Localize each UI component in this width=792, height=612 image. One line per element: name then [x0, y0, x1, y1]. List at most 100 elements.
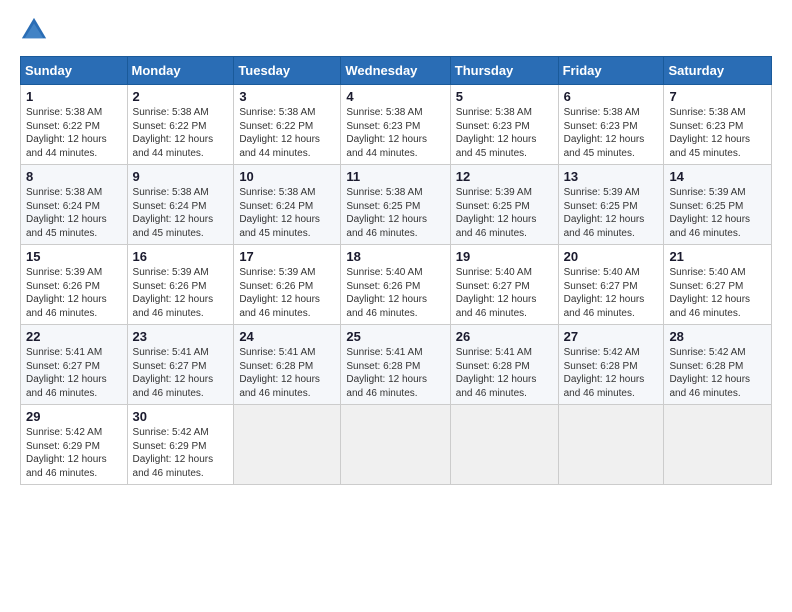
- day-number: 23: [133, 329, 229, 344]
- day-info: Sunrise: 5:40 AM Sunset: 6:27 PM Dayligh…: [669, 266, 766, 320]
- day-number: 25: [346, 329, 444, 344]
- calendar-cell: 30 Sunrise: 5:42 AM Sunset: 6:29 PM Dayl…: [127, 405, 234, 485]
- day-info: Sunrise: 5:38 AM Sunset: 6:24 PM Dayligh…: [239, 186, 335, 240]
- calendar-table: SundayMondayTuesdayWednesdayThursdayFrid…: [20, 56, 772, 485]
- day-info: Sunrise: 5:42 AM Sunset: 6:29 PM Dayligh…: [26, 426, 122, 480]
- calendar-cell: 16 Sunrise: 5:39 AM Sunset: 6:26 PM Dayl…: [127, 245, 234, 325]
- day-info: Sunrise: 5:40 AM Sunset: 6:26 PM Dayligh…: [346, 266, 444, 320]
- day-info: Sunrise: 5:38 AM Sunset: 6:22 PM Dayligh…: [26, 106, 122, 160]
- day-info: Sunrise: 5:41 AM Sunset: 6:28 PM Dayligh…: [346, 346, 444, 400]
- day-info: Sunrise: 5:41 AM Sunset: 6:27 PM Dayligh…: [26, 346, 122, 400]
- day-info: Sunrise: 5:38 AM Sunset: 6:23 PM Dayligh…: [669, 106, 766, 160]
- calendar-cell: 25 Sunrise: 5:41 AM Sunset: 6:28 PM Dayl…: [341, 325, 450, 405]
- calendar-cell: 1 Sunrise: 5:38 AM Sunset: 6:22 PM Dayli…: [21, 85, 128, 165]
- day-number: 22: [26, 329, 122, 344]
- day-info: Sunrise: 5:38 AM Sunset: 6:23 PM Dayligh…: [456, 106, 553, 160]
- calendar-cell: 7 Sunrise: 5:38 AM Sunset: 6:23 PM Dayli…: [664, 85, 772, 165]
- day-number: 14: [669, 169, 766, 184]
- calendar-cell: [558, 405, 664, 485]
- page-header: [20, 16, 772, 44]
- calendar-week-1: 8 Sunrise: 5:38 AM Sunset: 6:24 PM Dayli…: [21, 165, 772, 245]
- day-number: 30: [133, 409, 229, 424]
- calendar-cell: 9 Sunrise: 5:38 AM Sunset: 6:24 PM Dayli…: [127, 165, 234, 245]
- day-number: 28: [669, 329, 766, 344]
- calendar-week-3: 22 Sunrise: 5:41 AM Sunset: 6:27 PM Dayl…: [21, 325, 772, 405]
- calendar-cell: 8 Sunrise: 5:38 AM Sunset: 6:24 PM Dayli…: [21, 165, 128, 245]
- calendar-cell: 23 Sunrise: 5:41 AM Sunset: 6:27 PM Dayl…: [127, 325, 234, 405]
- calendar-cell: 17 Sunrise: 5:39 AM Sunset: 6:26 PM Dayl…: [234, 245, 341, 325]
- day-number: 6: [564, 89, 659, 104]
- day-info: Sunrise: 5:38 AM Sunset: 6:22 PM Dayligh…: [239, 106, 335, 160]
- calendar-cell: 14 Sunrise: 5:39 AM Sunset: 6:25 PM Dayl…: [664, 165, 772, 245]
- calendar-cell: 29 Sunrise: 5:42 AM Sunset: 6:29 PM Dayl…: [21, 405, 128, 485]
- day-number: 26: [456, 329, 553, 344]
- day-number: 13: [564, 169, 659, 184]
- day-number: 19: [456, 249, 553, 264]
- day-info: Sunrise: 5:39 AM Sunset: 6:25 PM Dayligh…: [564, 186, 659, 240]
- calendar-cell: 10 Sunrise: 5:38 AM Sunset: 6:24 PM Dayl…: [234, 165, 341, 245]
- calendar-week-4: 29 Sunrise: 5:42 AM Sunset: 6:29 PM Dayl…: [21, 405, 772, 485]
- header-friday: Friday: [558, 57, 664, 85]
- day-info: Sunrise: 5:40 AM Sunset: 6:27 PM Dayligh…: [456, 266, 553, 320]
- day-info: Sunrise: 5:40 AM Sunset: 6:27 PM Dayligh…: [564, 266, 659, 320]
- day-number: 5: [456, 89, 553, 104]
- calendar-cell: 5 Sunrise: 5:38 AM Sunset: 6:23 PM Dayli…: [450, 85, 558, 165]
- day-info: Sunrise: 5:42 AM Sunset: 6:28 PM Dayligh…: [564, 346, 659, 400]
- day-number: 29: [26, 409, 122, 424]
- day-info: Sunrise: 5:38 AM Sunset: 6:22 PM Dayligh…: [133, 106, 229, 160]
- calendar-cell: 21 Sunrise: 5:40 AM Sunset: 6:27 PM Dayl…: [664, 245, 772, 325]
- day-number: 20: [564, 249, 659, 264]
- day-number: 2: [133, 89, 229, 104]
- day-number: 3: [239, 89, 335, 104]
- calendar-cell: 28 Sunrise: 5:42 AM Sunset: 6:28 PM Dayl…: [664, 325, 772, 405]
- header-monday: Monday: [127, 57, 234, 85]
- day-number: 4: [346, 89, 444, 104]
- day-number: 10: [239, 169, 335, 184]
- day-info: Sunrise: 5:39 AM Sunset: 6:26 PM Dayligh…: [26, 266, 122, 320]
- calendar-cell: 13 Sunrise: 5:39 AM Sunset: 6:25 PM Dayl…: [558, 165, 664, 245]
- calendar-cell: [450, 405, 558, 485]
- day-number: 7: [669, 89, 766, 104]
- calendar-cell: 27 Sunrise: 5:42 AM Sunset: 6:28 PM Dayl…: [558, 325, 664, 405]
- day-info: Sunrise: 5:41 AM Sunset: 6:28 PM Dayligh…: [239, 346, 335, 400]
- logo: [20, 16, 52, 44]
- day-info: Sunrise: 5:38 AM Sunset: 6:24 PM Dayligh…: [26, 186, 122, 240]
- day-info: Sunrise: 5:38 AM Sunset: 6:25 PM Dayligh…: [346, 186, 444, 240]
- day-number: 1: [26, 89, 122, 104]
- calendar-cell: 3 Sunrise: 5:38 AM Sunset: 6:22 PM Dayli…: [234, 85, 341, 165]
- day-number: 9: [133, 169, 229, 184]
- calendar-cell: [234, 405, 341, 485]
- calendar-cell: 12 Sunrise: 5:39 AM Sunset: 6:25 PM Dayl…: [450, 165, 558, 245]
- calendar-cell: 22 Sunrise: 5:41 AM Sunset: 6:27 PM Dayl…: [21, 325, 128, 405]
- day-number: 12: [456, 169, 553, 184]
- calendar-cell: 4 Sunrise: 5:38 AM Sunset: 6:23 PM Dayli…: [341, 85, 450, 165]
- header-sunday: Sunday: [21, 57, 128, 85]
- day-info: Sunrise: 5:38 AM Sunset: 6:24 PM Dayligh…: [133, 186, 229, 240]
- day-number: 24: [239, 329, 335, 344]
- day-info: Sunrise: 5:39 AM Sunset: 6:25 PM Dayligh…: [456, 186, 553, 240]
- calendar-cell: 24 Sunrise: 5:41 AM Sunset: 6:28 PM Dayl…: [234, 325, 341, 405]
- logo-icon: [20, 16, 48, 44]
- day-info: Sunrise: 5:39 AM Sunset: 6:26 PM Dayligh…: [133, 266, 229, 320]
- day-number: 27: [564, 329, 659, 344]
- header-thursday: Thursday: [450, 57, 558, 85]
- header-wednesday: Wednesday: [341, 57, 450, 85]
- calendar-cell: 18 Sunrise: 5:40 AM Sunset: 6:26 PM Dayl…: [341, 245, 450, 325]
- calendar-cell: 20 Sunrise: 5:40 AM Sunset: 6:27 PM Dayl…: [558, 245, 664, 325]
- calendar-cell: 15 Sunrise: 5:39 AM Sunset: 6:26 PM Dayl…: [21, 245, 128, 325]
- day-number: 16: [133, 249, 229, 264]
- day-info: Sunrise: 5:38 AM Sunset: 6:23 PM Dayligh…: [564, 106, 659, 160]
- calendar-cell: 11 Sunrise: 5:38 AM Sunset: 6:25 PM Dayl…: [341, 165, 450, 245]
- calendar-cell: 26 Sunrise: 5:41 AM Sunset: 6:28 PM Dayl…: [450, 325, 558, 405]
- calendar-week-0: 1 Sunrise: 5:38 AM Sunset: 6:22 PM Dayli…: [21, 85, 772, 165]
- calendar-cell: 19 Sunrise: 5:40 AM Sunset: 6:27 PM Dayl…: [450, 245, 558, 325]
- day-info: Sunrise: 5:41 AM Sunset: 6:27 PM Dayligh…: [133, 346, 229, 400]
- calendar-cell: [341, 405, 450, 485]
- day-info: Sunrise: 5:39 AM Sunset: 6:25 PM Dayligh…: [669, 186, 766, 240]
- calendar-week-2: 15 Sunrise: 5:39 AM Sunset: 6:26 PM Dayl…: [21, 245, 772, 325]
- day-info: Sunrise: 5:42 AM Sunset: 6:29 PM Dayligh…: [133, 426, 229, 480]
- day-info: Sunrise: 5:39 AM Sunset: 6:26 PM Dayligh…: [239, 266, 335, 320]
- day-info: Sunrise: 5:42 AM Sunset: 6:28 PM Dayligh…: [669, 346, 766, 400]
- day-number: 18: [346, 249, 444, 264]
- calendar-cell: 2 Sunrise: 5:38 AM Sunset: 6:22 PM Dayli…: [127, 85, 234, 165]
